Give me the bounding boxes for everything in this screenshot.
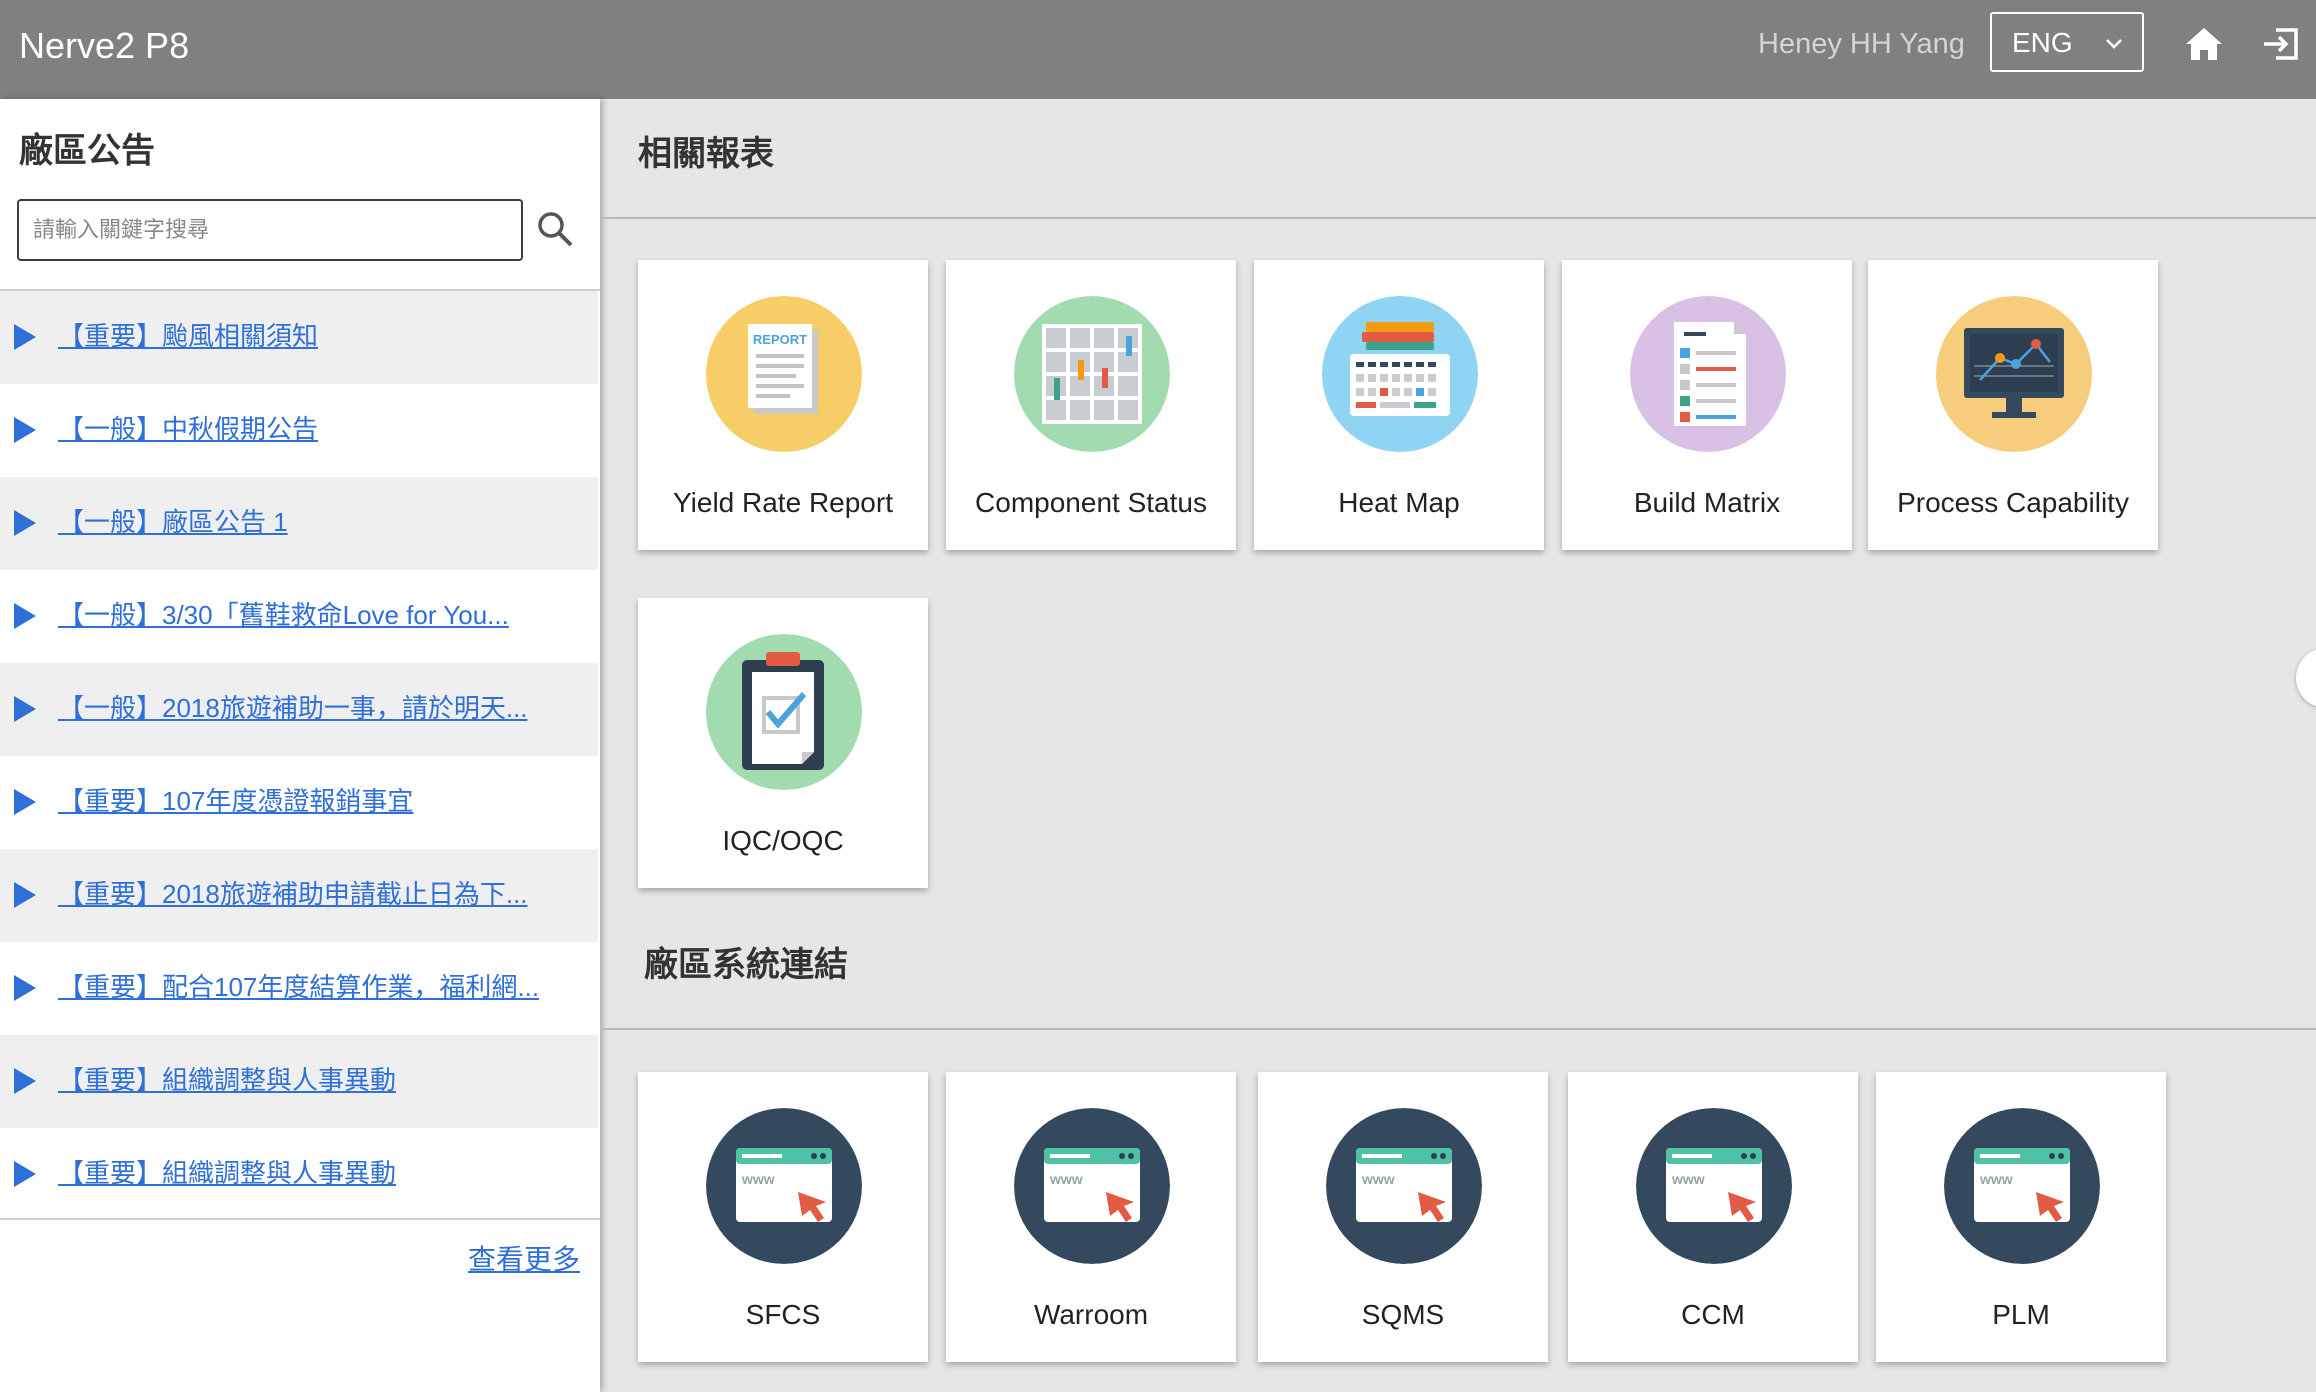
svg-text:www: www xyxy=(741,1171,775,1187)
card-label: Process Capability xyxy=(1897,487,2129,518)
web-browser-icon: www xyxy=(1014,1108,1170,1264)
card-label: Heat Map xyxy=(1338,487,1460,518)
play-arrow-icon xyxy=(14,510,36,536)
web-browser-icon: www xyxy=(706,1108,862,1264)
svg-text:www: www xyxy=(1671,1171,1705,1187)
report-card-heat-map[interactable]: Heat Map xyxy=(1254,260,1544,550)
card-label: Warroom xyxy=(1033,1299,1149,1330)
card-label: Component Status xyxy=(975,487,1207,518)
list-item[interactable]: 【重要】颱風相關須知 xyxy=(0,291,598,384)
list-item[interactable]: 【重要】組織調整與人事異動 xyxy=(0,1128,598,1221)
report-card-component-status[interactable]: Component Status xyxy=(946,260,1236,550)
app-title: Nerve2 P8 xyxy=(19,25,190,66)
svg-text:www: www xyxy=(1979,1171,2013,1187)
card-label: PLM xyxy=(1992,1299,2050,1330)
announcement-link[interactable]: 【重要】組織調整與人事異動 xyxy=(58,1062,396,1098)
announcement-link[interactable]: 【重要】颱風相關須知 xyxy=(58,318,318,354)
card-label: Build Matrix xyxy=(1633,487,1781,518)
see-more-link[interactable]: 查看更多 xyxy=(468,1242,580,1278)
list-item[interactable]: 【一般】廠區公告 1 xyxy=(0,477,598,570)
list-item[interactable]: 【重要】配合107年度結算作業，福利網... xyxy=(0,942,598,1035)
list-item[interactable]: 【重要】107年度憑證報銷事宜 xyxy=(0,756,598,849)
announcement-link[interactable]: 【一般】3/30「舊鞋救命Love for You... xyxy=(58,597,509,633)
report-card-build-matrix[interactable]: Build Matrix xyxy=(1562,260,1852,550)
top-bar: Nerve2 P8 Heney HH Yang ENG xyxy=(0,0,2316,99)
list-item[interactable]: 【一般】中秋假期公告 xyxy=(0,384,598,477)
announcement-link[interactable]: 【重要】107年度憑證報銷事宜 xyxy=(58,783,413,819)
search-icon[interactable] xyxy=(535,209,575,249)
report-icon: REPORT xyxy=(706,296,862,452)
link-card-ccm[interactable]: www CCM xyxy=(1568,1072,1858,1362)
svg-text:www: www xyxy=(1361,1171,1395,1187)
play-arrow-icon xyxy=(14,1161,36,1187)
announcement-list: 【重要】颱風相關須知 【一般】中秋假期公告 【一般】廠區公告 1 【一般】3/3… xyxy=(0,291,598,1221)
side-panel-toggle[interactable] xyxy=(2296,648,2316,708)
reports-divider xyxy=(600,217,2316,219)
announcement-link[interactable]: 【一般】廠區公告 1 xyxy=(58,504,288,540)
link-card-plm[interactable]: www PLM xyxy=(1876,1072,2166,1362)
play-arrow-icon xyxy=(14,324,36,350)
play-arrow-icon xyxy=(14,882,36,908)
card-label: Yield Rate Report xyxy=(673,487,893,518)
play-arrow-icon xyxy=(14,603,36,629)
report-card-yield-rate[interactable]: REPORT Yield Rate Report xyxy=(638,260,928,550)
link-card-sfcs[interactable]: www SFCS xyxy=(638,1072,928,1362)
link-card-sqms[interactable]: www SQMS xyxy=(1258,1072,1548,1362)
list-item[interactable]: 【重要】組織調整與人事異動 xyxy=(0,1035,598,1128)
announcement-link[interactable]: 【一般】中秋假期公告 xyxy=(58,411,318,447)
component-grid-icon xyxy=(1014,296,1170,452)
reports-section-title: 相關報表 xyxy=(638,135,774,173)
logout-icon[interactable] xyxy=(2260,24,2304,64)
build-matrix-icon xyxy=(1630,296,1786,452)
clipboard-check-icon xyxy=(706,634,862,790)
language-select[interactable]: ENG xyxy=(1990,12,2144,72)
play-arrow-icon xyxy=(14,417,36,443)
svg-text:www: www xyxy=(1049,1171,1083,1187)
play-arrow-icon xyxy=(14,789,36,815)
sidebar-title: 廠區公告 xyxy=(19,132,155,170)
chevron-down-icon xyxy=(2106,39,2122,49)
report-card-iqc-oqc[interactable]: IQC/OQC xyxy=(638,598,928,888)
web-browser-icon: www xyxy=(1326,1108,1482,1264)
monitor-chart-icon xyxy=(1936,296,2092,452)
report-card-process-capability[interactable]: Process Capability xyxy=(1868,260,2158,550)
announcement-link[interactable]: 【重要】配合107年度結算作業，福利網... xyxy=(58,969,539,1005)
card-label: SQMS xyxy=(1361,1299,1445,1330)
links-divider xyxy=(600,1028,2316,1030)
link-card-warroom[interactable]: www Warroom xyxy=(946,1072,1236,1362)
links-section-title: 廠區系統連結 xyxy=(644,946,848,984)
card-label: CCM xyxy=(1681,1299,1745,1330)
list-divider xyxy=(0,1218,600,1220)
announcement-link[interactable]: 【重要】2018旅遊補助申請截止日為下... xyxy=(58,876,528,912)
web-browser-icon: www xyxy=(1944,1108,2100,1264)
announcement-sidebar: 廠區公告 【重要】颱風相關須知 【一般】中秋假期公告 【一般】廠區公告 1 【一… xyxy=(0,99,600,1392)
list-item[interactable]: 【重要】2018旅遊補助申請截止日為下... xyxy=(0,849,598,942)
language-label: ENG xyxy=(2012,27,2073,58)
svg-text:REPORT: REPORT xyxy=(753,332,807,347)
web-browser-icon: www xyxy=(1636,1108,1792,1264)
search-input[interactable] xyxy=(17,199,523,261)
card-label: IQC/OQC xyxy=(722,825,844,856)
list-item[interactable]: 【一般】3/30「舊鞋救命Love for You... xyxy=(0,570,598,663)
user-name[interactable]: Heney HH Yang xyxy=(1758,24,1965,64)
card-label: SFCS xyxy=(745,1299,821,1330)
announcement-link[interactable]: 【重要】組織調整與人事異動 xyxy=(58,1155,396,1191)
play-arrow-icon xyxy=(14,1068,36,1094)
play-arrow-icon xyxy=(14,696,36,722)
heat-map-icon xyxy=(1322,296,1478,452)
announcement-link[interactable]: 【一般】2018旅遊補助一事，請於明天... xyxy=(58,690,528,726)
list-item[interactable]: 【一般】2018旅遊補助一事，請於明天... xyxy=(0,663,598,756)
play-arrow-icon xyxy=(14,975,36,1001)
home-icon[interactable] xyxy=(2184,24,2224,64)
